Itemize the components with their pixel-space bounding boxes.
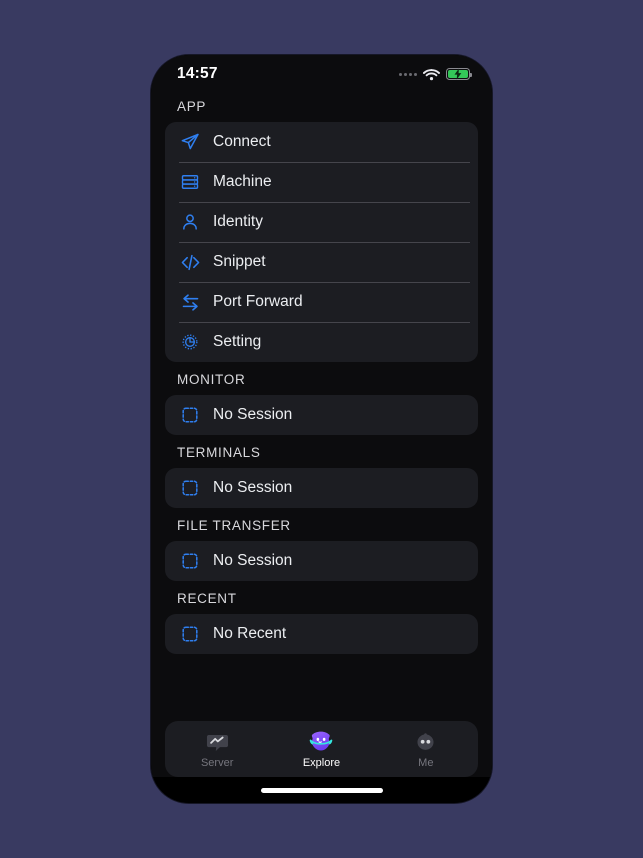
section-header-app: APP bbox=[177, 99, 207, 114]
avatar-icon bbox=[413, 729, 439, 755]
tab-bar-container: Server Explore Me bbox=[151, 717, 492, 777]
tab-label: Server bbox=[200, 757, 234, 769]
gear-icon bbox=[179, 331, 201, 353]
tab-label: Explore bbox=[302, 757, 341, 769]
menu-item-port-forward[interactable]: Port Forward bbox=[165, 282, 478, 322]
menu-item-identity[interactable]: Identity bbox=[165, 202, 478, 242]
menu-item-label: Snippet bbox=[213, 253, 266, 270]
home-indicator[interactable] bbox=[260, 787, 383, 793]
empty-state-row-file-transfer[interactable]: No Session bbox=[165, 541, 478, 581]
empty-state-row-terminals[interactable]: No Session bbox=[165, 468, 478, 508]
empty-state-label: No Session bbox=[213, 552, 293, 569]
signal-dots-icon bbox=[399, 72, 417, 76]
dashed-square-icon bbox=[179, 404, 201, 426]
menu-item-label: Port Forward bbox=[213, 293, 303, 310]
dashed-square-icon bbox=[179, 550, 201, 572]
main-content: APP Connect Machine Identity Snippet Por… bbox=[151, 93, 492, 717]
section-card-file-transfer: No Session bbox=[165, 541, 478, 581]
section-header-monitor: MONITOR bbox=[177, 372, 246, 387]
section-header-recent: RECENT bbox=[177, 591, 237, 606]
section-header-terminals: TERMINALS bbox=[177, 445, 261, 460]
explore-blob-icon bbox=[308, 729, 334, 755]
tab-me[interactable]: Me bbox=[374, 729, 478, 769]
person-icon bbox=[179, 211, 201, 233]
menu-item-label: Machine bbox=[213, 173, 272, 190]
paper-plane-icon bbox=[179, 131, 201, 153]
empty-state-label: No Session bbox=[213, 406, 293, 423]
code-brackets-icon bbox=[179, 251, 201, 273]
wifi-icon bbox=[423, 68, 440, 80]
section-card-terminals: No Session bbox=[165, 468, 478, 508]
phone-frame: 14:57 APP Connect Machine Identity Snipp… bbox=[151, 55, 492, 803]
arrows-exchange-icon bbox=[179, 291, 201, 313]
home-indicator-area bbox=[151, 777, 492, 803]
tab-explore[interactable]: Explore bbox=[269, 729, 373, 769]
menu-item-label: Identity bbox=[213, 213, 263, 230]
phone-screen: 14:57 APP Connect Machine Identity Snipp… bbox=[151, 55, 492, 803]
dashed-square-icon bbox=[179, 623, 201, 645]
empty-state-label: No Recent bbox=[213, 625, 287, 642]
charging-bolt-icon bbox=[454, 68, 462, 80]
tab-label: Me bbox=[418, 757, 434, 769]
menu-item-connect[interactable]: Connect bbox=[165, 122, 478, 162]
section-card-app: Connect Machine Identity Snippet Port Fo… bbox=[165, 122, 478, 362]
server-stack-icon bbox=[179, 171, 201, 193]
menu-item-label: Connect bbox=[213, 133, 271, 150]
status-bar: 14:57 bbox=[151, 55, 492, 93]
section-card-monitor: No Session bbox=[165, 395, 478, 435]
empty-state-row-recent[interactable]: No Recent bbox=[165, 614, 478, 654]
menu-item-label: Setting bbox=[213, 333, 262, 350]
server-chat-icon bbox=[204, 729, 230, 755]
tab-bar: Server Explore Me bbox=[165, 721, 478, 777]
section-header-file-transfer: FILE TRANSFER bbox=[177, 518, 291, 533]
menu-item-setting[interactable]: Setting bbox=[165, 322, 478, 362]
empty-state-label: No Session bbox=[213, 479, 293, 496]
battery-charging-icon bbox=[446, 68, 472, 80]
tab-server[interactable]: Server bbox=[165, 729, 269, 769]
status-bar-time: 14:57 bbox=[177, 65, 218, 82]
menu-item-machine[interactable]: Machine bbox=[165, 162, 478, 202]
dashed-square-icon bbox=[179, 477, 201, 499]
status-bar-indicators bbox=[399, 68, 472, 81]
section-card-recent: No Recent bbox=[165, 614, 478, 654]
menu-item-snippet[interactable]: Snippet bbox=[165, 242, 478, 282]
empty-state-row-monitor[interactable]: No Session bbox=[165, 395, 478, 435]
